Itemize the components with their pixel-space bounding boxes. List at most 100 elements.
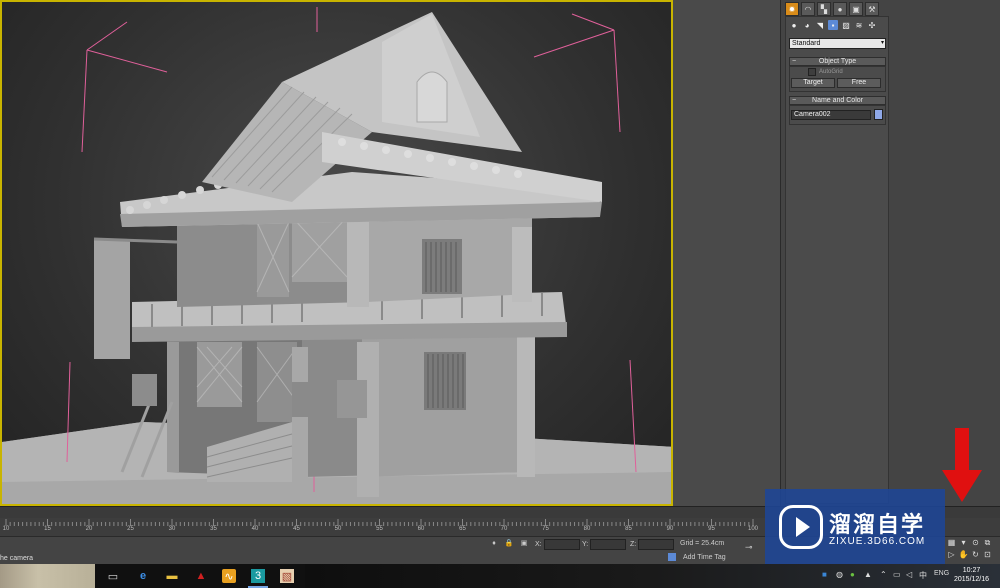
ruler-label: 35 bbox=[210, 526, 217, 532]
systems-icon[interactable]: ✣ bbox=[867, 20, 877, 30]
clock-date: 2015/12/16 bbox=[954, 576, 990, 583]
collapse-icon: − bbox=[792, 58, 797, 65]
sketch-icon[interactable]: ∿ bbox=[222, 569, 236, 583]
viewport-navigation: ▦ ▾ ⊙ ⧉ ▷ ✋ ↻ ⊡ bbox=[945, 538, 1000, 564]
zoom-all-icon[interactable]: ▾ bbox=[959, 538, 968, 547]
volume-icon[interactable]: ◁ bbox=[906, 570, 912, 579]
y-coordinate[interactable]: Y: bbox=[582, 539, 627, 550]
maximize-viewport-icon[interactable]: ⧉ bbox=[983, 538, 992, 547]
geometry-icon[interactable]: ● bbox=[789, 20, 799, 30]
modify-icon[interactable]: ◠ bbox=[801, 2, 815, 16]
category-dropdown[interactable]: Standard ▾ bbox=[789, 38, 886, 49]
edge-icon[interactable]: e bbox=[136, 569, 150, 583]
selection-lock-icon[interactable]: ♦ bbox=[490, 539, 498, 547]
autogrid-label: AutoGrid bbox=[819, 69, 843, 75]
watermark-url: ZIXUE.3D66.COM bbox=[829, 536, 926, 547]
spacewarps-icon[interactable]: ≋ bbox=[854, 20, 864, 30]
free-camera-button[interactable]: Free bbox=[837, 78, 881, 88]
perspective-viewport[interactable] bbox=[0, 0, 673, 506]
photo-viewer-icon[interactable]: ▧ bbox=[280, 569, 294, 583]
lights-icon[interactable]: ◥ bbox=[815, 20, 825, 30]
file-explorer-icon[interactable]: ▬ bbox=[165, 569, 179, 583]
taskbar-search-area[interactable] bbox=[0, 564, 95, 588]
z-coordinate[interactable]: Z: bbox=[630, 539, 675, 550]
key-icon[interactable]: ⊸ bbox=[745, 542, 753, 553]
windows-taskbar: ▭ e ▬ ▲ ∿ 3 ▧ ■ ◍ ● ▲ ⌃ ▭ ◁ 中 ENG bbox=[0, 564, 1000, 588]
play-icon[interactable]: ▷ bbox=[947, 550, 956, 559]
x-coordinate[interactable]: X: bbox=[535, 539, 580, 550]
ruler-label: 55 bbox=[376, 526, 383, 532]
motion-icon[interactable]: ● bbox=[833, 2, 847, 16]
input-method-icon[interactable]: 中 bbox=[919, 570, 927, 581]
ruler-label: 60 bbox=[417, 526, 425, 532]
system-clock[interactable]: 10:27 2015/12/16 bbox=[954, 566, 989, 584]
collapse-icon: − bbox=[792, 97, 797, 104]
y-label: Y: bbox=[582, 541, 589, 548]
tray-security-icon[interactable]: ◍ bbox=[836, 570, 843, 579]
ruler-label: 30 bbox=[168, 526, 176, 532]
ruler-label: 80 bbox=[583, 526, 591, 532]
shapes-icon[interactable]: ◕ bbox=[802, 20, 812, 30]
object-type-rollout-header[interactable]: − Object Type bbox=[789, 57, 886, 66]
clock-time: 10:27 bbox=[962, 567, 981, 574]
helpers-icon[interactable]: ▨ bbox=[841, 20, 851, 30]
ruler-label: 10 bbox=[2, 526, 10, 532]
ruler-label: 15 bbox=[44, 526, 51, 532]
tray-alert-icon[interactable]: ▲ bbox=[864, 570, 872, 579]
lock-icon[interactable]: 🔒 bbox=[505, 539, 514, 547]
field-of-view-icon[interactable]: ⊙ bbox=[971, 538, 980, 547]
ruler-label: 25 bbox=[127, 526, 134, 532]
watermark: 溜溜自学 ZIXUE.3D66.COM bbox=[765, 489, 945, 573]
command-panel-tabs: ✹ ◠ ▚ ● ▣ ⚒ bbox=[785, 2, 879, 16]
autogrid-check-box[interactable] bbox=[808, 68, 816, 76]
hierarchy-icon[interactable]: ▚ bbox=[817, 2, 831, 16]
z-field[interactable] bbox=[638, 539, 675, 550]
name-and-color-rollout-header[interactable]: − Name and Color bbox=[789, 96, 886, 105]
zoom-icon[interactable]: ▦ bbox=[947, 538, 956, 547]
tray-shield-icon[interactable]: ■ bbox=[822, 570, 827, 579]
time-tag-icon[interactable] bbox=[668, 553, 676, 561]
cameras-icon[interactable]: ▪ bbox=[828, 20, 838, 30]
target-camera-button[interactable]: Target bbox=[791, 78, 835, 88]
language-indicator[interactable]: ENG bbox=[934, 570, 949, 577]
ruler-label: 90 bbox=[666, 526, 674, 532]
3dsmax-icon[interactable]: 3 bbox=[248, 569, 268, 588]
ruler-label: 75 bbox=[542, 526, 549, 532]
ruler-label: 45 bbox=[293, 526, 300, 532]
object-color-swatch[interactable] bbox=[874, 109, 883, 120]
maximize-toggle-icon[interactable]: ⊡ bbox=[983, 550, 992, 559]
ruler-label: 65 bbox=[459, 526, 466, 532]
add-time-tag-button[interactable]: Add Time Tag bbox=[683, 554, 726, 561]
annotation-arrow-icon bbox=[942, 428, 982, 502]
tray-app-icon[interactable]: ● bbox=[850, 570, 855, 579]
chevron-down-icon: ▾ bbox=[880, 40, 884, 46]
ruler-label: 50 bbox=[334, 526, 342, 532]
display-icon[interactable]: ▣ bbox=[849, 2, 863, 16]
utilities-icon[interactable]: ⚒ bbox=[865, 2, 879, 16]
tray-expand-icon[interactable]: ⌃ bbox=[880, 570, 887, 579]
ruler-label: 100 bbox=[747, 526, 759, 532]
orbit-icon[interactable]: ↻ bbox=[971, 550, 980, 559]
grid-size: Grid = 25.4cm bbox=[680, 540, 725, 547]
z-label: Z: bbox=[630, 541, 637, 548]
object-name-input[interactable]: Camera002 bbox=[791, 110, 871, 120]
ruler-label: 20 bbox=[85, 526, 93, 532]
transform-mode-icon[interactable]: ▣ bbox=[520, 539, 528, 547]
ruler-label: 40 bbox=[251, 526, 259, 532]
object-type-title: Object Type bbox=[818, 58, 857, 65]
ruler-label: 85 bbox=[625, 526, 632, 532]
create-icon[interactable]: ✹ bbox=[785, 2, 799, 16]
task-view-icon[interactable]: ▭ bbox=[106, 569, 120, 583]
ruler-label: 70 bbox=[500, 526, 508, 532]
category-dropdown-value: Standard bbox=[792, 40, 821, 47]
autodesk-icon[interactable]: ▲ bbox=[194, 569, 208, 583]
autogrid-checkbox[interactable]: AutoGrid bbox=[808, 68, 843, 76]
pan-hand-icon[interactable]: ✋ bbox=[959, 550, 969, 559]
network-icon[interactable]: ▭ bbox=[893, 570, 901, 579]
watermark-title: 溜溜自学 bbox=[829, 512, 926, 537]
y-field[interactable] bbox=[590, 539, 627, 550]
secondary-viewport[interactable] bbox=[673, 0, 781, 506]
prompt-text: he camera bbox=[0, 555, 34, 562]
x-field[interactable] bbox=[543, 539, 580, 550]
building-model bbox=[93, 12, 602, 497]
